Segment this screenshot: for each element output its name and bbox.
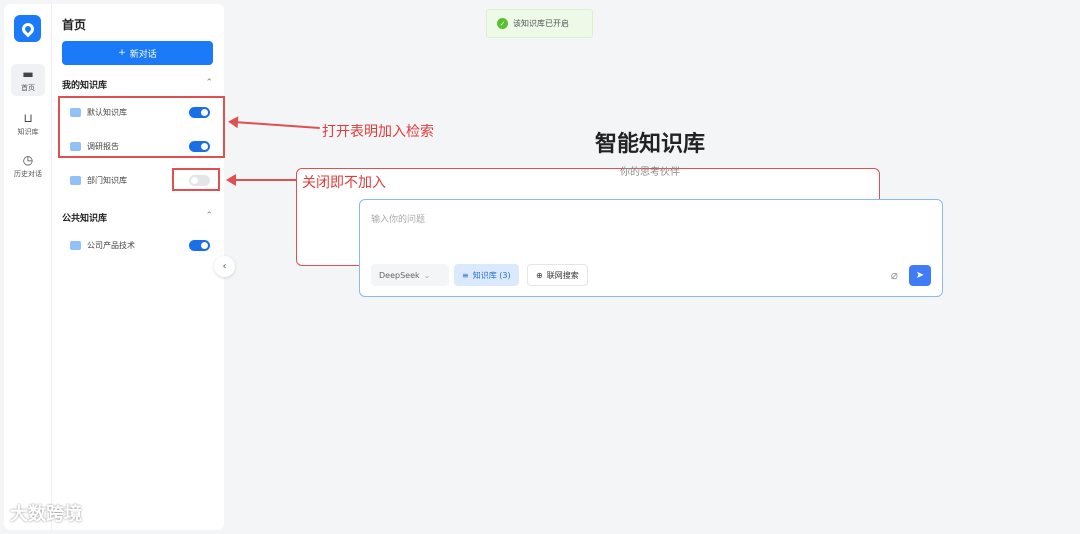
knowledge-base-chip[interactable]: ≡ 知识库 (3) [454,264,519,286]
chevron-up-icon[interactable]: ⌃ [205,211,213,224]
app-logo [14,15,41,42]
chat-input-box[interactable]: 输入你的问题 DeepSeek ⌄ ≡ 知识库 (3) ⊕ 联网搜索 ⌀ ➤ [359,199,943,297]
watermark: 大数跨境 [10,504,82,525]
kb-label: 公司产品技术 [87,241,135,250]
nav-home[interactable]: ▬ 首页 [11,64,45,96]
model-select[interactable]: DeepSeek ⌄ [371,264,449,286]
section-title: 我的知识库 [62,81,108,91]
page-title: 首页 [62,18,87,32]
attachment-icon[interactable]: ⌀ [891,268,898,282]
nav-rail: ▬ 首页 ⊔ 知识库 ◷ 历史对话 [4,4,52,530]
chevron-up-icon[interactable]: ⌃ [205,78,213,91]
send-icon: ➤ [915,270,925,281]
public-kb-header[interactable]: 公共知识库 ⌃ [62,211,213,224]
kb-chip-label: 知识库 (3) [472,270,511,280]
toast-message: ✓ 该知识库已开启 [486,9,593,38]
chevron-down-icon: ⌄ [423,270,431,280]
web-search-label: 联网搜索 [546,270,579,280]
section-title: 公共知识库 [62,214,108,224]
model-label: DeepSeek [379,270,420,280]
knowledge-icon: ⊔ [23,111,33,125]
question-input[interactable]: 输入你的问题 [371,212,425,225]
nav-label: 首页 [21,84,35,92]
sidebar-panel: ▬ 首页 ⊔ 知识库 ◷ 历史对话 首页 + 新对话 我的知识库 ⌃ 默认知识库 调研报告… [4,4,224,530]
toast-text: 该知识库已开启 [513,19,569,28]
my-kb-header[interactable]: 我的知识库 ⌃ [62,78,213,91]
main-title: 智能知识库 [594,132,705,157]
new-chat-label: 新对话 [129,49,157,60]
chat-icon: ▬ [22,67,34,81]
kb-item[interactable]: 公司产品技术 [70,240,210,251]
plus-icon: + [118,48,126,58]
main-subtitle: 你的思考伙伴 [620,167,680,178]
folder-icon [70,241,81,250]
chevron-left-icon: ‹ [222,261,227,272]
collapse-sidebar-button[interactable]: ‹ [214,256,235,277]
check-circle-icon: ✓ [497,18,508,29]
database-icon: ≡ [462,270,469,280]
annotation-arrow [226,174,296,186]
web-search-button[interactable]: ⊕ 联网搜索 [527,264,588,286]
send-button[interactable]: ➤ [909,265,931,286]
kb-toggle[interactable] [189,240,210,251]
globe-icon: ⊕ [536,270,543,280]
new-chat-button[interactable]: + 新对话 [62,41,213,65]
